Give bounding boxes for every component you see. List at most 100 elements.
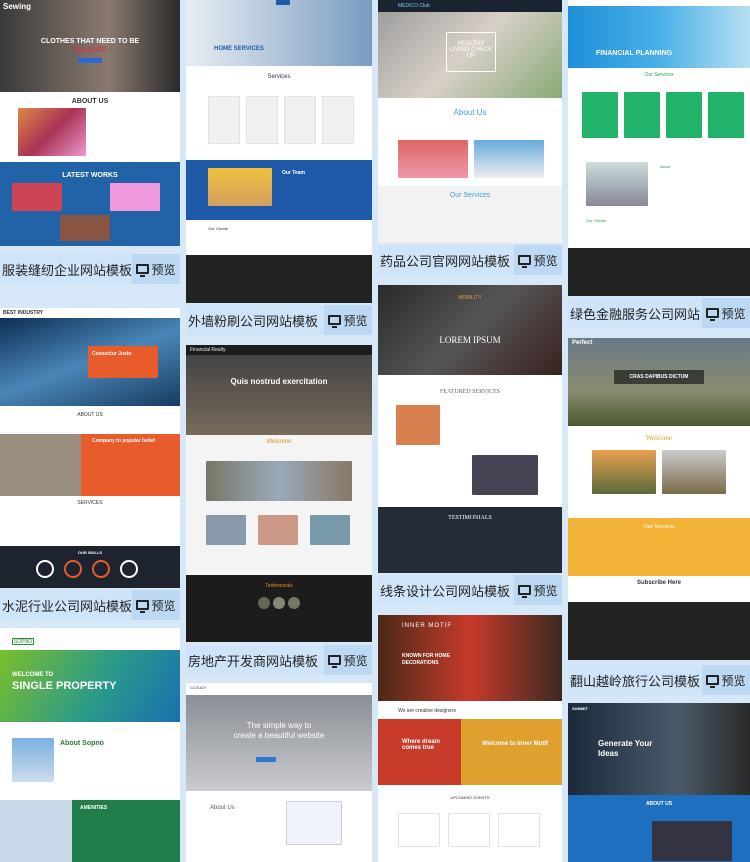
section-title: TESTIMONIALS xyxy=(448,515,492,521)
hero-text: HEALTHY LIVING CHECK UP xyxy=(446,32,496,72)
template-thumbnail-sewing[interactable]: Sewing CLOTHES THAT NEED TO BE TAILORED … xyxy=(0,0,180,246)
preview-label: 预览 xyxy=(721,306,746,321)
section-title: UPCOMING EVENTS xyxy=(450,795,490,800)
preview-label: 预览 xyxy=(151,598,176,613)
hero-text: FINANCIAL PLANNING xyxy=(596,50,673,57)
template-thumbnail-innermotif[interactable]: INNER MOTIF KNOWN FOR HOME DECORATIONS W… xyxy=(378,615,562,862)
logo: Perfect xyxy=(572,340,593,346)
hero-text: Consectur Justo xyxy=(92,351,132,357)
template-title[interactable]: 药品公司官网网站模板 xyxy=(378,251,514,270)
template-caption: 外墙粉刷公司网站模板 预览 xyxy=(186,305,372,335)
hero-text: Generate Your xyxy=(598,739,653,748)
logo: SOPNO xyxy=(12,638,34,645)
section-title: About Us xyxy=(453,108,487,117)
preview-button[interactable]: 预览 xyxy=(324,305,372,335)
monitor-icon xyxy=(518,585,532,598)
hero-text: KNOWN FOR HOME xyxy=(402,653,450,659)
logo: Financial Realty xyxy=(190,347,226,353)
section-title: ABOUT US xyxy=(71,98,109,105)
template-caption: 线条设计公司网站模板 预览 xyxy=(378,575,562,605)
section-title: Welcome xyxy=(266,439,292,445)
template-title[interactable]: 房地产开发商网站模板 xyxy=(186,651,324,670)
section-title: We are creative designers xyxy=(398,708,456,714)
section-title: Company to popular belief xyxy=(92,438,156,444)
preview-label: 预览 xyxy=(343,313,368,328)
logo: MEDICO Club xyxy=(398,3,430,9)
section-title: Testimonials xyxy=(265,583,293,589)
template-thumbnail-painting[interactable]: HOME SERVICES Services Our Team Our Clie… xyxy=(186,0,372,303)
section-title: Our Services xyxy=(644,72,674,78)
section-title: ABOUT US xyxy=(645,801,673,807)
preview-button[interactable]: 预览 xyxy=(132,590,180,620)
logo: BEST INDUSTRY xyxy=(3,310,44,316)
preview-button[interactable]: 预览 xyxy=(132,254,180,284)
section-title: About Sopno xyxy=(60,740,104,747)
template-title[interactable]: 翻山越岭旅行公司模板 xyxy=(568,671,702,690)
hero-text: LOREM IPSUM xyxy=(439,335,501,345)
section-title: LATEST WORKS xyxy=(62,172,118,179)
preview-button[interactable]: 预览 xyxy=(702,665,750,695)
logo: SUMMIT xyxy=(572,706,588,711)
preview-button[interactable]: 预览 xyxy=(324,645,372,675)
monitor-icon xyxy=(136,264,150,277)
template-caption: 翻山越岭旅行公司模板 预览 xyxy=(568,665,750,695)
section-title: Where dream comes true xyxy=(402,739,441,751)
section-title: ABOUT US xyxy=(77,412,103,418)
hero-text: CRAS DAPIBUS DICTUM xyxy=(629,374,689,380)
template-thumbnail-travel[interactable]: Perfect CRAS DAPIBUS DICTUM Welcome Our … xyxy=(568,338,750,660)
hero-text: Quis nostrud exercitation xyxy=(230,377,328,386)
template-title[interactable]: 水泥行业公司网站模板 xyxy=(0,596,132,615)
logo: INNER MOTIF xyxy=(402,623,452,629)
monitor-icon xyxy=(328,315,342,328)
logo: MOBILITY xyxy=(458,295,482,301)
template-thumbnail-cloudy[interactable]: CLOUDY The simple way to create a beauti… xyxy=(186,683,372,862)
section-title: About xyxy=(660,164,671,169)
preview-label: 预览 xyxy=(721,673,746,688)
template-thumbnail-medico[interactable]: MEDICO Club HEALTHY LIVING CHECK UP Abou… xyxy=(378,0,562,243)
template-title[interactable]: 线条设计公司网站模板 xyxy=(378,581,514,600)
section-title: Our Team xyxy=(282,170,305,176)
logo: CLOUDY xyxy=(190,685,207,690)
monitor-icon xyxy=(518,255,532,268)
section-title: Our Services xyxy=(449,192,491,199)
section-title: Our Services xyxy=(643,524,675,530)
template-title[interactable]: 外墙粉刷公司网站模板 xyxy=(186,311,324,330)
section-title: AMENITIES xyxy=(80,805,108,811)
preview-button[interactable]: 预览 xyxy=(514,245,562,275)
monitor-icon xyxy=(706,675,720,688)
template-thumbnail-summit[interactable]: SUMMIT Generate Your Ideas ABOUT US xyxy=(568,703,750,862)
section-title: SERVICES xyxy=(77,500,103,506)
preview-button[interactable]: 预览 xyxy=(514,575,562,605)
preview-button[interactable]: 预览 xyxy=(702,298,750,328)
template-title[interactable]: 绿色金融服务公司网站 xyxy=(568,304,702,323)
monitor-icon xyxy=(136,600,150,613)
template-thumbnail-cement[interactable]: BEST INDUSTRY Consectur Justo ABOUT US C… xyxy=(0,308,180,588)
hero-text-2: SINGLE PROPERTY xyxy=(12,680,117,692)
section-title: Our Clients xyxy=(208,226,229,231)
hero-text-2: DECORATIONS xyxy=(402,660,439,666)
monitor-icon xyxy=(706,308,720,321)
hero-text: HOME SERVICES xyxy=(214,46,264,52)
preview-label: 预览 xyxy=(343,653,368,668)
template-thumbnail-realestate[interactable]: Financial Realty Quis nostrud exercitati… xyxy=(186,345,372,642)
section-title: Our Clients xyxy=(586,218,607,223)
template-thumbnail-mobility[interactable]: MOBILITY LOREM IPSUM FEATURED SERVICES T… xyxy=(378,285,562,573)
section-title: OUR SKILLS xyxy=(77,550,103,555)
hero-text-2: TAILORED xyxy=(72,47,108,54)
template-thumbnail-finance[interactable]: FINANCIAL PLANNING Our Services About Ou… xyxy=(568,0,750,296)
section-title: Services xyxy=(267,74,291,80)
preview-label: 预览 xyxy=(533,253,558,268)
section-title: Welcome xyxy=(645,434,673,442)
section-title: FEATURED SERVICES xyxy=(439,389,501,395)
monitor-icon xyxy=(328,655,342,668)
template-caption: 服装缝纫企业网站模板 预览 xyxy=(0,254,180,284)
template-title[interactable]: 服装缝纫企业网站模板 xyxy=(0,260,132,279)
section-title: Welcome to Inner Motif xyxy=(482,741,548,747)
logo: Sewing xyxy=(3,2,32,11)
template-caption: 水泥行业公司网站模板 预览 xyxy=(0,590,180,620)
template-caption: 药品公司官网网站模板 预览 xyxy=(378,245,562,275)
hero-text-2: Ideas xyxy=(598,749,619,758)
hero-text: The simple way to xyxy=(246,721,312,730)
template-thumbnail-property[interactable]: SOPNO WELCOME TO SINGLE PROPERTY About S… xyxy=(0,628,180,862)
template-caption: 绿色金融服务公司网站 预览 xyxy=(568,298,750,328)
